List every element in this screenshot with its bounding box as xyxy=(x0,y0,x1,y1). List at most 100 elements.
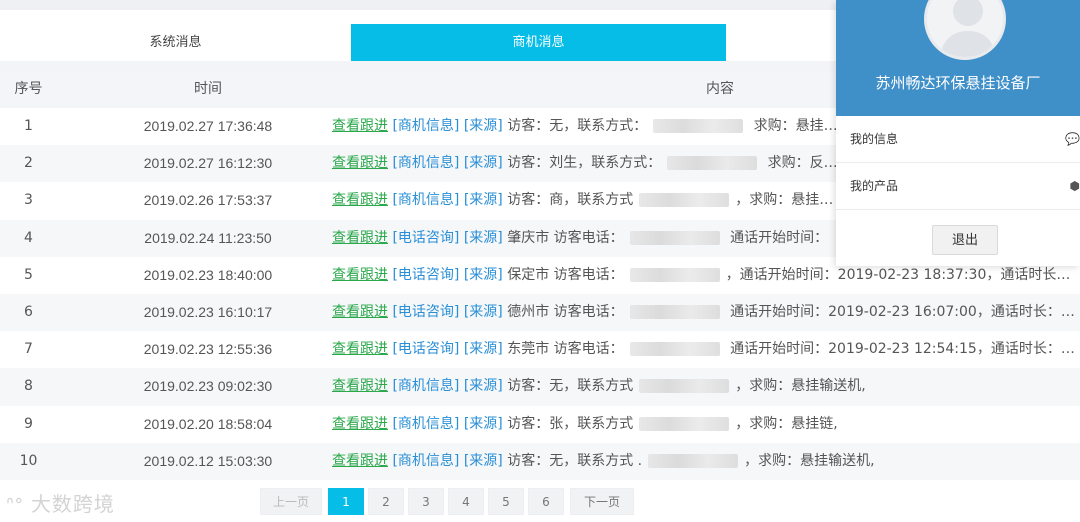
tab-system-messages[interactable]: 系统消息 xyxy=(0,24,351,61)
source-tag: [来源] xyxy=(463,341,503,358)
row-time: 2019.02.20 18:58:04 xyxy=(143,415,273,432)
message-type-tag[interactable]: [商机信息] xyxy=(392,453,459,469)
page-button[interactable]: 3 xyxy=(408,488,444,515)
table-row: 6 2019.02.23 16:10:17 查看跟进 [电话咨询] [来源] 德州市… xyxy=(0,293,1080,332)
prev-page-button[interactable]: 上一页 xyxy=(260,488,322,515)
watermark-text: 大数跨境 xyxy=(30,492,115,516)
view-follow-up-link[interactable]: 查看跟进 xyxy=(332,155,388,171)
redacted-contact xyxy=(639,193,730,208)
content-prefix: 访客：无，联系方式： xyxy=(502,118,648,134)
view-follow-up-link[interactable]: 查看跟进 xyxy=(332,304,388,320)
header-time: 时间 xyxy=(194,81,222,97)
redacted-contact xyxy=(629,304,720,319)
content-suffix: ，通话开始时间：2019-02-23 18:37:30，通话时长：1… xyxy=(725,266,1080,283)
redacted-contact xyxy=(639,379,730,394)
row-index: 3 xyxy=(24,192,33,209)
row-time: 2019.02.26 17:53:37 xyxy=(143,192,273,209)
message-type-tag[interactable]: [商机信息] xyxy=(392,118,459,134)
view-follow-up-link[interactable]: 查看跟进 xyxy=(332,378,388,394)
row-index: 5 xyxy=(24,266,33,283)
next-page-button[interactable]: 下一页 xyxy=(570,488,634,515)
content-suffix: ，求购：悬挂输送机, xyxy=(744,452,875,469)
content-suffix: ，求购：悬挂链, xyxy=(735,415,838,432)
row-content: 查看跟进 [商机信息] [来源] 访客：无，联系方式 ，求购：悬挂输送机, xyxy=(332,368,1080,405)
content-suffix: ，求购：悬挂输送机, xyxy=(735,378,866,395)
message-type-tag[interactable]: [电话咨询] xyxy=(392,341,459,357)
cube-icon: ⬢ xyxy=(1069,179,1080,193)
row-index: 10 xyxy=(19,452,38,469)
row-content: 查看跟进 [电话咨询] [来源] 德州市 访客电话： 通话开始时间：2019-0… xyxy=(332,294,1080,331)
row-time: 2019.02.23 09:02:30 xyxy=(143,378,273,395)
table-row: 7 2019.02.23 12:55:36 查看跟进 [电话咨询] [来源] 东莞市… xyxy=(0,331,1080,369)
row-index: 6 xyxy=(24,303,33,320)
table-row: 8 2019.02.23 09:02:30 查看跟进 [商机信息] [来源] 访客：… xyxy=(0,368,1080,406)
source-tag: [来源] xyxy=(463,192,503,209)
page-button[interactable]: 2 xyxy=(368,488,404,515)
row-index: 1 xyxy=(24,118,33,134)
row-time: 2019.02.27 16:12:30 xyxy=(143,155,273,172)
page-button[interactable]: 4 xyxy=(448,488,484,515)
page-button[interactable]: 5 xyxy=(488,488,524,515)
content-prefix: 德州市 访客电话： xyxy=(502,303,624,320)
message-type-tag[interactable]: [电话咨询] xyxy=(392,267,459,283)
company-name: 苏州畅达环保悬挂设备厂 xyxy=(875,74,1041,92)
redacted-contact xyxy=(653,119,744,133)
content-suffix: 通话开始时间：2019-02-23 16:07:00，通话时长：1… xyxy=(725,303,1080,320)
avatar xyxy=(924,0,1006,60)
row-index: 9 xyxy=(24,415,33,432)
content-suffix: 求购：反… xyxy=(763,155,838,172)
redacted-contact xyxy=(639,416,730,431)
content-prefix: 肇庆市 访客电话： xyxy=(502,229,624,246)
row-index: 4 xyxy=(24,229,33,246)
source-tag: [来源] xyxy=(463,415,503,432)
redacted-contact xyxy=(629,342,720,357)
source-tag: [来源] xyxy=(463,452,503,469)
page-button[interactable]: 1 xyxy=(328,488,364,515)
view-follow-up-link[interactable]: 查看跟进 xyxy=(332,416,388,432)
redacted-contact xyxy=(648,453,739,468)
row-content: 查看跟进 [商机信息] [来源] 访客：张，联系方式 ，求购：悬挂链, xyxy=(332,406,1080,443)
content-suffix: ，求购：悬挂… xyxy=(735,192,834,209)
redacted-contact xyxy=(667,156,758,171)
header-content: 内容 xyxy=(706,81,734,97)
source-tag: [来源] xyxy=(463,118,503,134)
view-follow-up-link[interactable]: 查看跟进 xyxy=(332,267,388,283)
message-type-tag[interactable]: [商机信息] xyxy=(392,378,459,394)
menu-my-info-label: 我的信息 xyxy=(850,132,899,146)
logout-button[interactable]: 退出 xyxy=(932,225,998,255)
view-follow-up-link[interactable]: 查看跟进 xyxy=(332,341,388,357)
menu-my-products[interactable]: 我的产品 ⬢ xyxy=(836,163,1080,210)
page-button[interactable]: 6 xyxy=(528,488,564,515)
message-type-tag[interactable]: [电话咨询] xyxy=(392,304,459,320)
content-prefix: 东莞市 访客电话： xyxy=(502,341,624,358)
row-index: 8 xyxy=(24,378,33,395)
row-time: 2019.02.23 18:40:00 xyxy=(143,266,273,283)
menu-my-info[interactable]: 我的信息 💬 xyxy=(836,116,1080,163)
content-prefix: 保定市 访客电话： xyxy=(502,266,624,283)
source-tag: [来源] xyxy=(463,378,503,395)
view-follow-up-link[interactable]: 查看跟进 xyxy=(332,230,388,246)
watermark-logo: ᐢᐤ 大数跨境 xyxy=(6,488,115,517)
user-silhouette-icon xyxy=(939,0,997,57)
view-follow-up-link[interactable]: 查看跟进 xyxy=(332,192,388,208)
message-type-tag[interactable]: [商机信息] xyxy=(392,416,459,432)
content-suffix: 通话开始时间： xyxy=(725,229,829,246)
table-row: 10 2019.02.12 15:03:30 查看跟进 [商机信息] [来源] 访客… xyxy=(0,442,1080,480)
header-index: 序号 xyxy=(14,81,43,97)
row-time: 2019.02.23 16:10:17 xyxy=(143,303,273,320)
content-suffix: 通话开始时间：2019-02-23 12:54:15，通话时长：8… xyxy=(725,341,1080,358)
message-type-tag[interactable]: [电话咨询] xyxy=(392,230,459,246)
tab-business-messages[interactable]: 商机消息 xyxy=(351,24,726,61)
message-type-tag[interactable]: [商机信息] xyxy=(392,155,459,171)
row-index: 2 xyxy=(24,155,33,172)
row-content: 查看跟进 [商机信息] [来源] 访客：无，联系方式 . ，求购：悬挂输送机, xyxy=(332,443,1080,480)
message-type-tag[interactable]: [商机信息] xyxy=(392,192,459,208)
row-time: 2019.02.23 12:55:36 xyxy=(143,341,273,358)
view-follow-up-link[interactable]: 查看跟进 xyxy=(332,118,388,134)
menu-my-products-label: 我的产品 xyxy=(850,179,899,193)
view-follow-up-link[interactable]: 查看跟进 xyxy=(332,453,388,469)
profile-dropdown: 苏州畅达环保悬挂设备厂 我的信息 💬 我的产品 ⬢ 退出 xyxy=(836,0,1080,266)
content-suffix: 求购：悬挂… xyxy=(749,118,838,134)
row-time: 2019.02.27 17:36:48 xyxy=(143,118,273,134)
row-content: 查看跟进 [电话咨询] [来源] 东莞市 访客电话： 通话开始时间：2019-0… xyxy=(332,331,1080,368)
